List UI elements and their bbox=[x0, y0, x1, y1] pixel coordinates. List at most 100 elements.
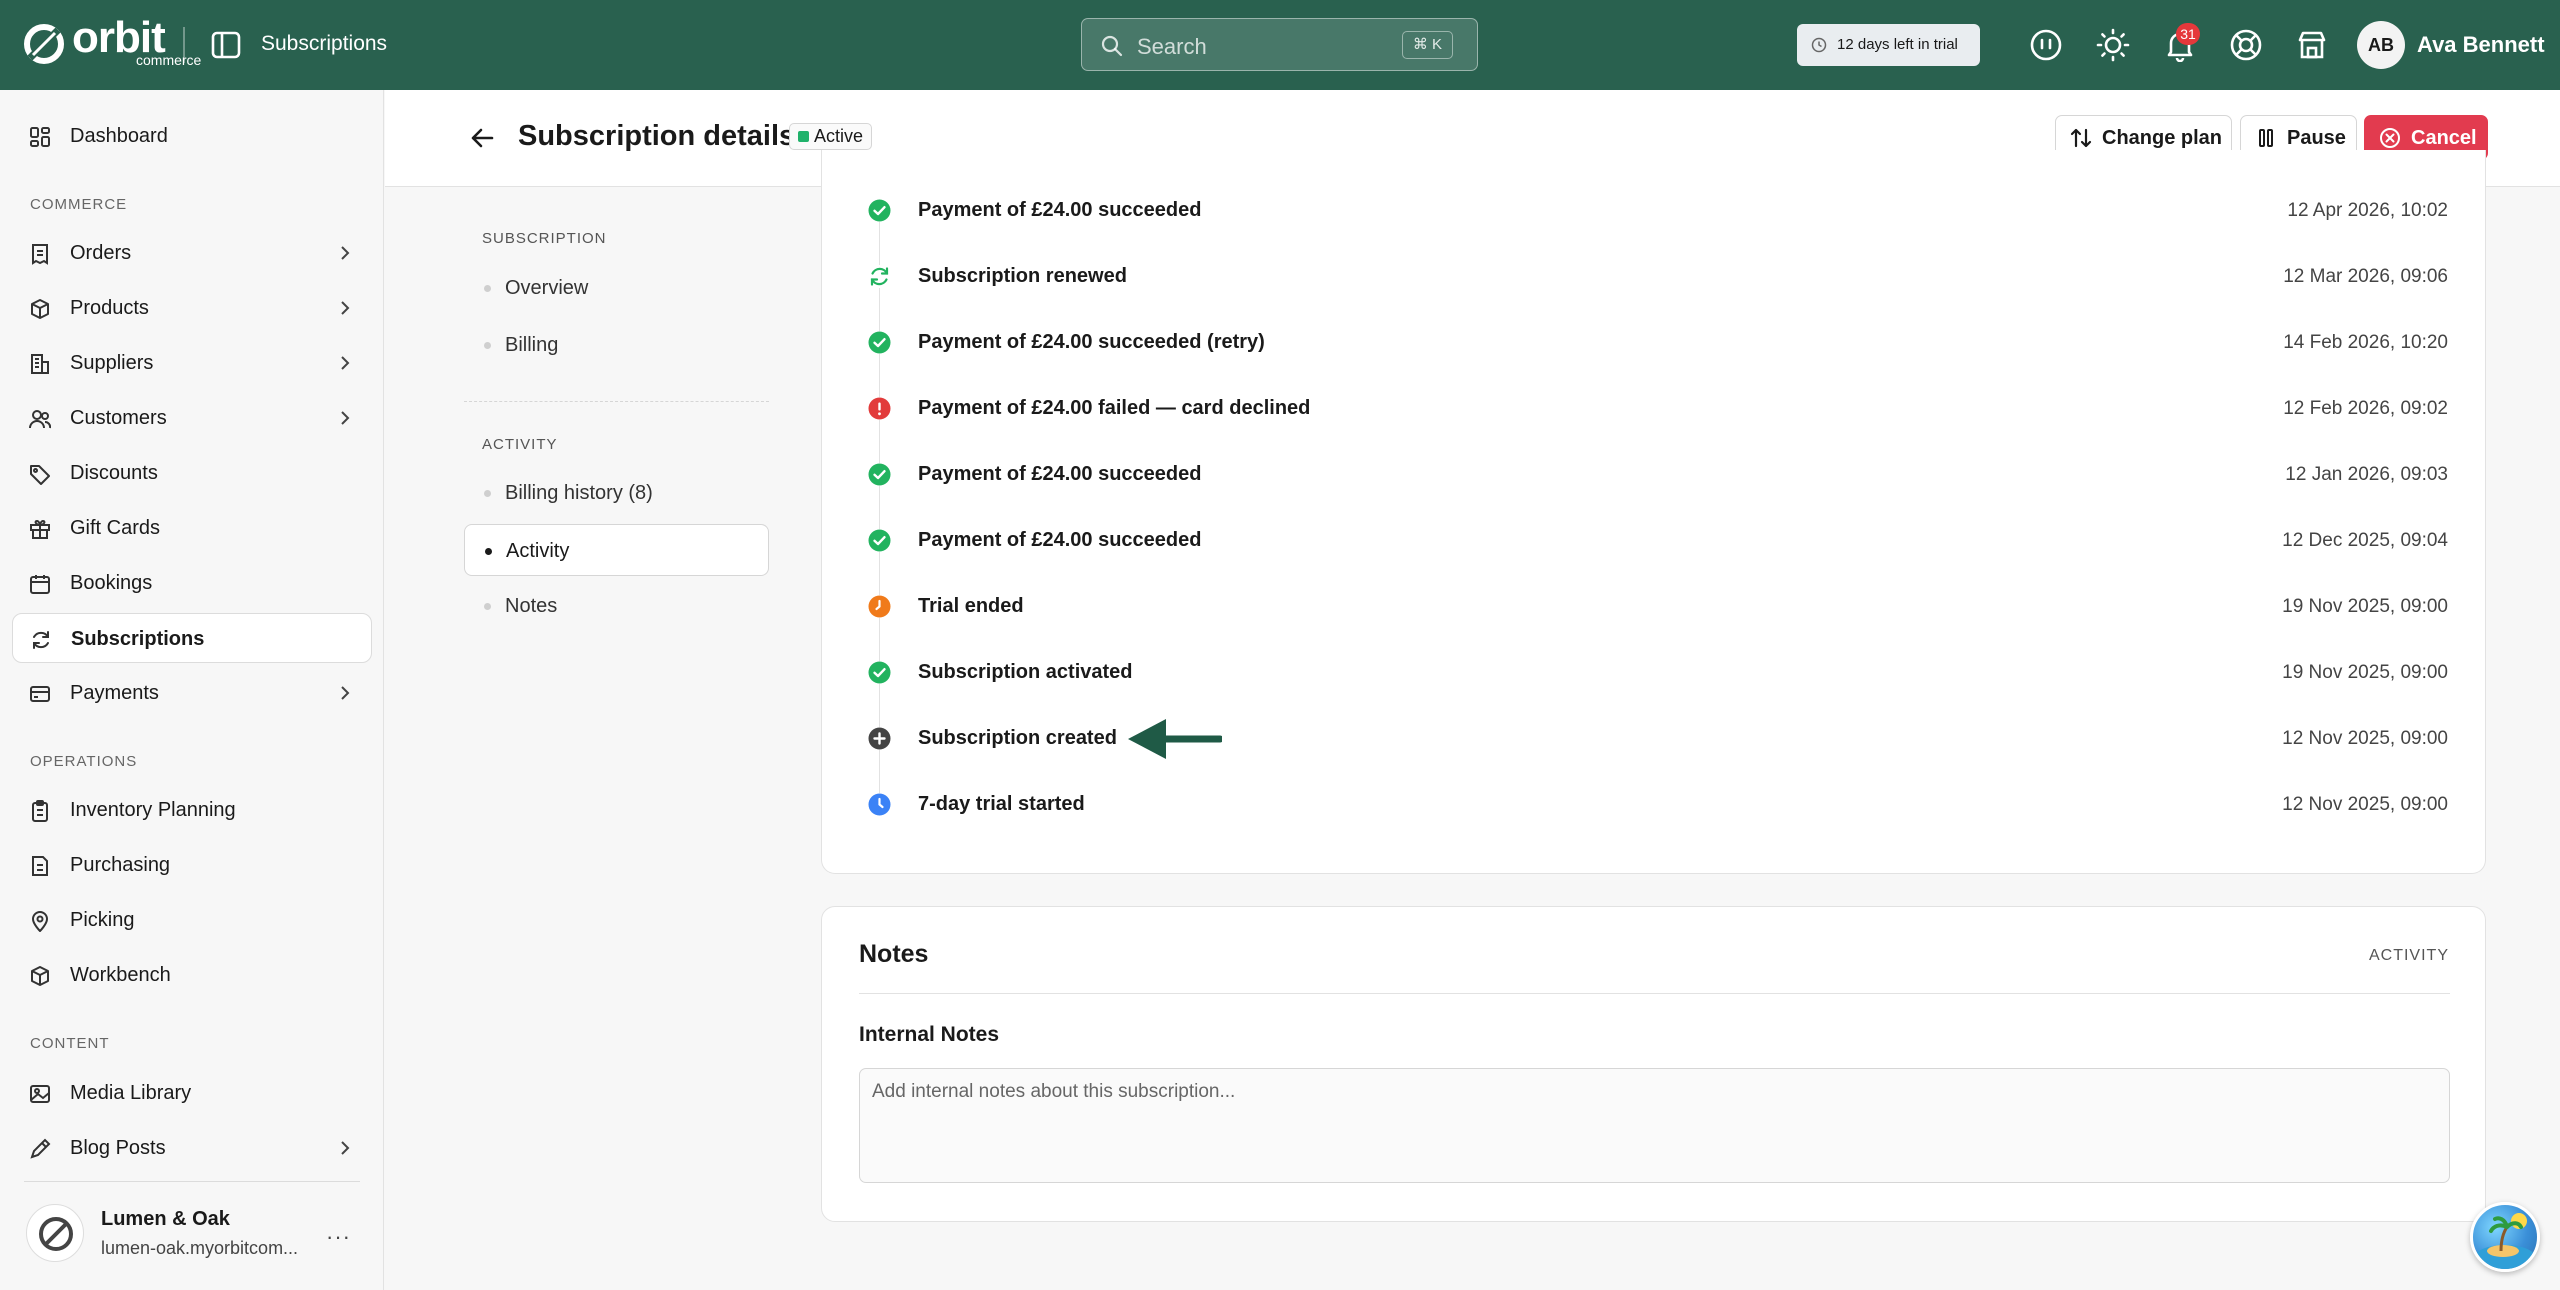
search-bar[interactable]: Search ⌘ K bbox=[1081, 18, 1478, 71]
discount-tag-icon bbox=[30, 465, 50, 485]
alert-circle-icon bbox=[868, 397, 891, 420]
close-circle-icon bbox=[2380, 128, 2400, 148]
help-lifebuoy-icon[interactable] bbox=[2229, 28, 2263, 62]
sidebar-item-products[interactable]: Products bbox=[12, 283, 372, 333]
section-nav-billing[interactable]: Billing bbox=[464, 319, 769, 371]
sidebar-item-media-library[interactable]: Media Library bbox=[12, 1068, 372, 1118]
support-chat-icon[interactable] bbox=[2029, 28, 2063, 62]
section-nav-notes[interactable]: Notes bbox=[464, 580, 769, 632]
top-bar: orbit commerce Subscriptions Search ⌘ K … bbox=[0, 0, 2560, 90]
store-more-button[interactable]: ··· bbox=[326, 1224, 351, 1250]
sidebar-item-discounts[interactable]: Discounts bbox=[12, 448, 372, 498]
store-url: lumen-oak.myorbitcom... bbox=[101, 1238, 299, 1258]
notification-count-badge: 31 bbox=[2176, 23, 2200, 45]
section-label-content: CONTENT bbox=[30, 1035, 110, 1052]
clock-orange-icon bbox=[868, 595, 891, 618]
sidebar-item-label: Purchasing bbox=[70, 854, 171, 876]
event-timestamp: 12 Dec 2025, 09:04 bbox=[2282, 530, 2448, 551]
activity-event: Subscription activated 19 Nov 2025, 09:00 bbox=[860, 652, 2460, 692]
theme-sun-icon[interactable] bbox=[2096, 28, 2130, 62]
renew-icon bbox=[868, 265, 891, 288]
event-title: Payment of £24.00 succeeded bbox=[918, 199, 1202, 221]
section-nav-activity[interactable]: Activity bbox=[464, 524, 769, 576]
section-nav-billing-history[interactable]: Billing history (8) bbox=[464, 467, 769, 519]
customers-users-icon bbox=[29, 410, 51, 429]
section-nav-label: Notes bbox=[505, 595, 558, 617]
check-circle-icon bbox=[868, 661, 891, 684]
nav-dot bbox=[484, 603, 491, 610]
store-logo[interactable] bbox=[26, 1204, 84, 1262]
event-timestamp: 12 Nov 2025, 09:00 bbox=[2282, 794, 2448, 815]
sidebar-item-label: Payments bbox=[70, 682, 159, 704]
status-badge: Active bbox=[789, 123, 873, 150]
section-nav-label: Activity bbox=[506, 540, 570, 562]
internal-notes-label: Internal Notes bbox=[859, 1023, 1000, 1046]
event-timestamp: 12 Nov 2025, 09:00 bbox=[2282, 728, 2448, 749]
purchase-order-icon bbox=[32, 856, 48, 876]
sidebar-item-workbench[interactable]: Workbench bbox=[12, 950, 372, 1000]
nav-dot bbox=[484, 285, 491, 292]
products-box-icon bbox=[31, 299, 49, 319]
sidebar-toggle-icon[interactable] bbox=[210, 30, 242, 60]
image-icon bbox=[30, 1085, 50, 1103]
map-pin-icon bbox=[31, 911, 49, 932]
sidebar-item-bookings[interactable]: Bookings bbox=[12, 558, 372, 608]
topbar-title: Subscriptions bbox=[261, 32, 388, 55]
back-arrow-icon[interactable] bbox=[470, 127, 494, 149]
calendar-icon bbox=[30, 575, 50, 594]
sidebar-item-subscriptions[interactable]: Subscriptions bbox=[12, 613, 372, 663]
sidebar-item-label: Bookings bbox=[70, 572, 153, 594]
event-title: Payment of £24.00 failed — card declined bbox=[918, 397, 1311, 419]
search-placeholder: Search bbox=[1137, 34, 1207, 59]
sidebar-item-blog-posts[interactable]: Blog Posts bbox=[12, 1123, 372, 1173]
sidebar-item-label: Gift Cards bbox=[70, 517, 161, 539]
storefront-icon[interactable] bbox=[2295, 28, 2329, 62]
sidebar-item-label: Workbench bbox=[70, 964, 171, 986]
section-nav-overview[interactable]: Overview bbox=[464, 262, 769, 314]
search-icon bbox=[1101, 35, 1123, 57]
notes-title: Notes bbox=[859, 940, 929, 968]
sidebar-item-gift-cards[interactable]: Gift Cards bbox=[12, 503, 372, 553]
logo-subtext: commerce bbox=[136, 52, 202, 68]
sidebar-item-label: Suppliers bbox=[70, 352, 154, 374]
section-nav-heading-activity: ACTIVITY bbox=[482, 436, 558, 453]
clipboard-icon bbox=[32, 800, 48, 822]
activity-event: Payment of £24.00 succeeded 12 Jan 2026, … bbox=[860, 454, 2460, 494]
trial-badge[interactable]: 12 days left in trial bbox=[1797, 24, 1980, 66]
section-label-operations: OPERATIONS bbox=[30, 753, 138, 770]
event-timestamp: 14 Feb 2026, 10:20 bbox=[2283, 332, 2448, 353]
sidebar-item-dashboard[interactable]: Dashboard bbox=[12, 111, 372, 161]
event-title: Payment of £24.00 succeeded bbox=[918, 463, 1202, 485]
user-avatar[interactable]: AB bbox=[2357, 21, 2405, 69]
workbench-cube-icon bbox=[31, 966, 49, 986]
sidebar-item-label: Media Library bbox=[70, 1082, 192, 1104]
sidebar-item-suppliers[interactable]: Suppliers bbox=[12, 338, 372, 388]
internal-notes-textarea[interactable] bbox=[859, 1068, 2450, 1183]
pause-icon bbox=[2259, 129, 2273, 147]
sidebar-item-picking[interactable]: Picking bbox=[12, 895, 372, 945]
sidebar-item-customers[interactable]: Customers bbox=[12, 393, 372, 443]
sidebar-item-label: Customers bbox=[70, 407, 167, 429]
status-label: Active bbox=[814, 126, 864, 146]
check-circle-icon bbox=[868, 199, 891, 222]
chevron-right-icon bbox=[341, 246, 350, 260]
trial-label: 12 days left in trial bbox=[1837, 36, 1958, 53]
sidebar-item-label: Blog Posts bbox=[70, 1137, 166, 1159]
check-circle-icon bbox=[868, 463, 891, 486]
sidebar-item-inventory-planning[interactable]: Inventory Planning bbox=[12, 785, 372, 835]
sidebar-item-orders[interactable]: Orders bbox=[12, 228, 372, 278]
status-dot bbox=[798, 131, 809, 142]
orbit-logo[interactable]: orbit commerce bbox=[22, 16, 201, 68]
activity-event: Subscription renewed 12 Mar 2026, 09:06 bbox=[860, 256, 2460, 296]
activity-event: 7-day trial started 12 Nov 2025, 09:00 bbox=[860, 784, 2460, 824]
activity-event: Payment of £24.00 succeeded 12 Apr 2026, … bbox=[860, 190, 2460, 230]
event-timestamp: 12 Feb 2026, 09:02 bbox=[2283, 398, 2448, 419]
event-title: Payment of £24.00 succeeded bbox=[918, 529, 1202, 551]
sidebar-item-payments[interactable]: Payments bbox=[12, 668, 372, 718]
assistant-avatar-button[interactable] bbox=[2470, 1202, 2540, 1272]
user-name[interactable]: Ava Bennett bbox=[2417, 32, 2545, 58]
event-timestamp: 12 Apr 2026, 10:02 bbox=[2287, 200, 2448, 221]
activity-event: Payment of £24.00 failed — card declined… bbox=[860, 388, 2460, 428]
sidebar-item-purchasing[interactable]: Purchasing bbox=[12, 840, 372, 890]
notes-card: Notes ACTIVITY Internal Notes bbox=[821, 906, 2486, 1222]
